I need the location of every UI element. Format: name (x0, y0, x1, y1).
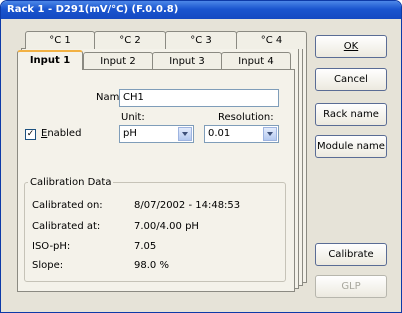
input-1-panel: Name: CH1 Unit: Resolution: ✓ Enabled pH… (17, 69, 295, 292)
tab-input-4-label: Input 4 (238, 56, 274, 67)
tab-c3-label: °C 3 (190, 35, 212, 46)
glp-button: GLP (315, 275, 387, 298)
tab-c4-label: °C 4 (260, 35, 283, 46)
enabled-label-text: nabled (47, 128, 82, 139)
unit-label: Unit: (121, 112, 145, 123)
cancel-label: Cancel (334, 74, 368, 85)
chevron-down-icon[interactable] (263, 127, 277, 141)
resolution-select[interactable]: 0.01 (204, 125, 279, 143)
enabled-label: Enabled (41, 128, 82, 139)
calibration-group-title: Calibration Data (28, 177, 114, 188)
tab-c2-label: °C 2 (119, 35, 141, 46)
tab-c4[interactable]: °C 4 (236, 31, 307, 49)
calibrated-on-label: Calibrated on: (32, 200, 103, 211)
ok-button[interactable]: OK (315, 35, 387, 58)
tab-input-1[interactable]: Input 1 (17, 50, 83, 70)
resolution-label: Resolution: (218, 112, 274, 123)
name-input[interactable]: CH1 (119, 89, 279, 107)
dialog-window: Rack 1 - D291(mV/°C) (F.0.0.8) °C 1 °C 2… (0, 0, 402, 313)
slope-label: Slope: (32, 260, 64, 271)
iso-ph-label: ISO-pH: (32, 241, 71, 252)
calibrate-label: Calibrate (328, 249, 374, 260)
unit-select-value: pH (123, 128, 137, 139)
window-title: Rack 1 - D291(mV/°C) (F.0.0.8) (7, 4, 179, 15)
tab-input-1-label: Input 1 (29, 55, 71, 66)
tab-input-3[interactable]: Input 3 (152, 52, 222, 70)
module-name-label: Module name (317, 141, 385, 152)
calibrated-at-value: 7.00/4.00 pH (134, 221, 199, 232)
iso-ph-value: 7.05 (134, 241, 157, 252)
tab-c1-label: °C 1 (49, 35, 71, 46)
tab-input-3-label: Input 3 (169, 56, 205, 67)
calibrated-on-value: 8/07/2002 - 14:48:53 (134, 200, 241, 211)
glp-label: GLP (341, 281, 361, 292)
slope-value: 98.0 % (134, 260, 169, 271)
chevron-down-icon[interactable] (178, 127, 192, 141)
tab-c1[interactable]: °C 1 (25, 31, 95, 49)
title-bar[interactable]: Rack 1 - D291(mV/°C) (F.0.0.8) (1, 1, 401, 19)
calibrated-at-label: Calibrated at: (32, 221, 101, 232)
enabled-checkbox[interactable]: ✓ (25, 129, 36, 140)
tab-c3[interactable]: °C 3 (165, 31, 237, 49)
resolution-select-value: 0.01 (208, 128, 231, 139)
tab-input-2-label: Input 2 (100, 56, 136, 67)
tab-input-2[interactable]: Input 2 (83, 52, 153, 70)
ok-label: OK (343, 41, 359, 52)
tab-c2[interactable]: °C 2 (94, 31, 166, 49)
calibrate-button[interactable]: Calibrate (315, 243, 387, 266)
cancel-button[interactable]: Cancel (315, 68, 387, 91)
tab-input-4[interactable]: Input 4 (221, 52, 291, 70)
name-input-value: CH1 (123, 92, 144, 103)
unit-select[interactable]: pH (119, 125, 194, 143)
module-name-button[interactable]: Module name (315, 135, 387, 158)
rack-name-label: Rack name (323, 109, 379, 120)
rack-name-button[interactable]: Rack name (315, 103, 387, 126)
